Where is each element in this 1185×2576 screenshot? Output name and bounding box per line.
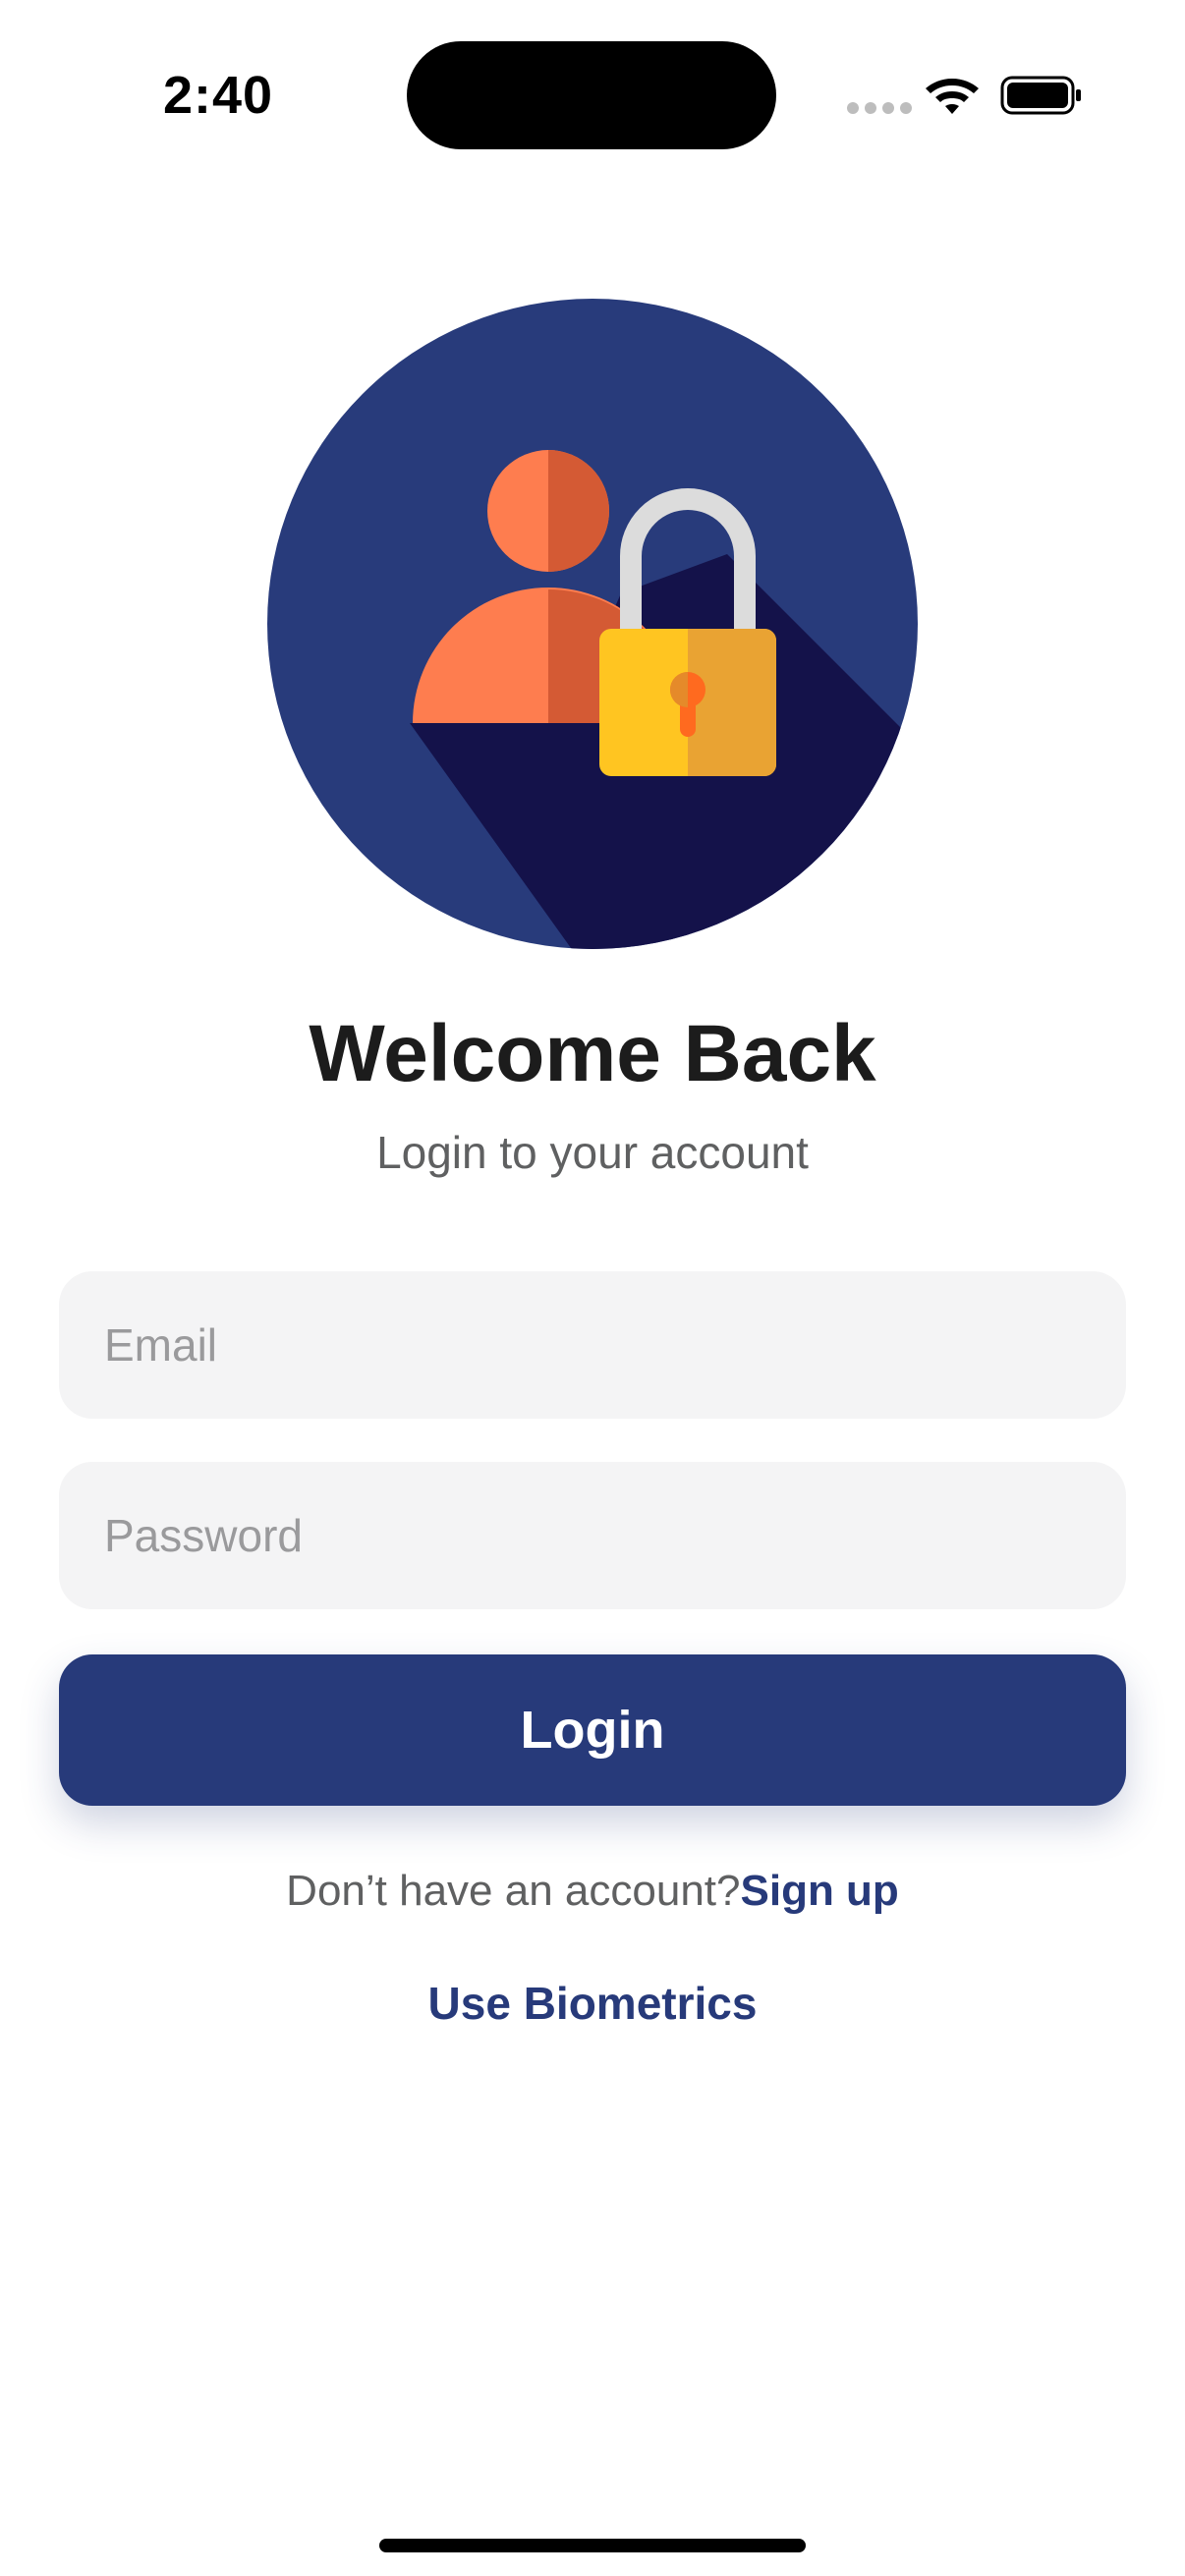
page-title: Welcome Back	[309, 1009, 876, 1098]
email-field[interactable]	[59, 1271, 1126, 1419]
no-account-text: Don’t have an account?	[286, 1867, 741, 1915]
signup-link[interactable]: Sign up	[741, 1867, 899, 1915]
page-subtitle: Login to your account	[376, 1127, 809, 1178]
use-biometrics-button[interactable]: Use Biometrics	[0, 1977, 1185, 2030]
cellular-signal-icon	[847, 102, 912, 114]
password-field[interactable]	[59, 1462, 1126, 1609]
user-lock-icon	[267, 299, 918, 949]
home-indicator[interactable]	[379, 2539, 806, 2552]
dynamic-island	[407, 41, 776, 149]
login-button[interactable]: Login	[59, 1654, 1126, 1806]
login-screen: 2:40 Welcome Back Login to your account …	[0, 0, 1185, 2576]
signup-prompt: Don’t have an account?Sign up	[0, 1867, 1185, 1916]
battery-icon	[1000, 76, 1081, 115]
status-time: 2:40	[163, 66, 274, 125]
wifi-icon	[926, 79, 979, 114]
